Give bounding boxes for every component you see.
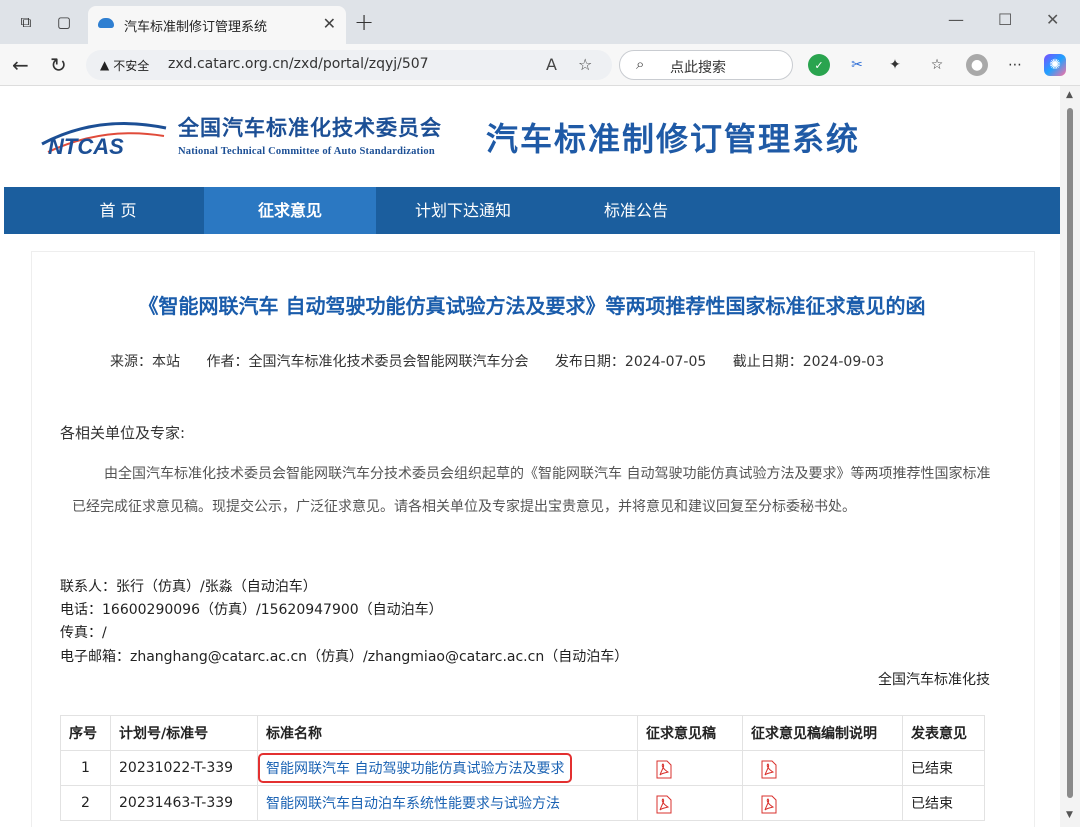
article-meta: 来源：本站 作者：全国汽车标准化技术委员会智能网联汽车分会 发布日期：2024-… xyxy=(110,351,906,371)
col-header-draft: 征求意见稿 xyxy=(637,715,743,751)
tab-title: 汽车标准制修订管理系统 xyxy=(124,20,268,35)
scrollbar-thumb[interactable] xyxy=(1067,108,1073,798)
address-toolbar: ← ↻ ▲ 不安全 zxd.catarc.org.cn/zxd/portal/z… xyxy=(0,44,1080,86)
active-tab[interactable]: 汽车标准制修订管理系统 ✕ xyxy=(88,6,346,44)
read-aloud-icon[interactable]: A xyxy=(546,55,557,74)
tab-bar: ⧉ ▢ 汽车标准制修订管理系统 ✕ + — ☐ ✕ xyxy=(0,0,1080,44)
article-deadline: 截止日期：2024-09-03 xyxy=(732,354,885,370)
row-name: 智能网联汽车自动泊车系统性能要求与试验方法 xyxy=(257,785,638,821)
extension-green-icon[interactable]: ✓ xyxy=(808,54,830,76)
highlight-box: 智能网联汽车 自动驾驶功能仿真试验方法及要求 xyxy=(258,753,573,783)
insecure-label: 不安全 xyxy=(113,58,150,73)
article-author: 作者：全国汽车标准化技术委员会智能网联汽车分会 xyxy=(206,354,529,370)
org-name-en: National Technical Committee of Auto Sta… xyxy=(178,146,435,157)
nav-solicit-opinions[interactable]: 征求意见 xyxy=(204,187,376,234)
insecure-badge[interactable]: ▲ 不安全 xyxy=(94,55,155,75)
table-header-row: 序号 计划号/标准号 标准名称 征求意见稿 征求意见稿编制说明 发表意见 xyxy=(60,715,985,751)
search-box[interactable]: ⌕ 点此搜索 xyxy=(619,50,793,80)
pdf-icon[interactable] xyxy=(761,795,777,814)
salutation: 各相关单位及专家: xyxy=(60,424,186,442)
org-name-cn: 全国汽车标准化技术委员会 xyxy=(178,115,442,140)
signoff: 全国汽车标准化技 xyxy=(878,672,990,688)
new-tab-icon[interactable]: + xyxy=(354,8,374,36)
extensions-puzzle-icon[interactable]: ✦ xyxy=(884,54,906,76)
system-title: 汽车标准制修订管理系统 xyxy=(486,120,861,158)
nav-announcements[interactable]: 标准公告 xyxy=(550,187,722,234)
profile-avatar[interactable]: ● xyxy=(966,54,988,76)
favorite-star-icon[interactable]: ☆ xyxy=(578,55,592,74)
col-header-name: 标准名称 xyxy=(257,715,638,751)
page-viewport: NTCAS 全国汽车标准化技术委员会 National Technical Co… xyxy=(4,86,1060,827)
standards-table: 序号 计划号/标准号 标准名称 征求意见稿 征求意见稿编制说明 发表意见 1 2… xyxy=(60,715,985,821)
favorites-list-icon[interactable]: ☆ xyxy=(926,54,948,76)
contact-phone: 电话：16600290096（仿真）/15620947900（自动泊车） xyxy=(60,602,443,618)
logo-text: NTCAS xyxy=(48,134,124,159)
minimize-icon[interactable]: — xyxy=(948,10,964,29)
scroll-up-icon[interactable]: ▲ xyxy=(1066,90,1073,100)
row-draft xyxy=(637,785,743,821)
table-row: 2 20231463-T-339 智能网联汽车自动泊车系统性能要求与试验方法 已… xyxy=(60,785,985,821)
pdf-icon[interactable] xyxy=(656,795,672,814)
col-header-plan: 计划号/标准号 xyxy=(110,715,258,751)
search-placeholder: 点此搜索 xyxy=(670,60,726,76)
back-icon[interactable]: ← xyxy=(12,53,29,77)
workspaces-icon[interactable]: ⧉ xyxy=(16,12,36,32)
search-icon: ⌕ xyxy=(636,55,645,73)
warning-icon: ▲ xyxy=(100,58,110,72)
contact-person: 联系人：张行（仿真）/张淼（自动泊车） xyxy=(60,579,317,595)
url-text[interactable]: zxd.catarc.org.cn/zxd/portal/zqyj/507 xyxy=(168,56,429,72)
article-body: 由全国汽车标准化技术委员会智能网联汽车分技术委员会组织起草的《智能网联汽车 自动… xyxy=(72,466,991,515)
vertical-scrollbar[interactable]: ▲ ▼ xyxy=(1060,86,1080,827)
row-plan: 20231022-T-339 xyxy=(110,750,258,786)
close-window-icon[interactable]: ✕ xyxy=(1046,10,1059,29)
copilot-icon[interactable]: ✺ xyxy=(1044,54,1066,76)
contact-fax: 传真：/ xyxy=(60,625,107,641)
row-draft xyxy=(637,750,743,786)
close-tab-icon[interactable]: ✕ xyxy=(323,14,336,33)
tab-actions-icon[interactable]: ▢ xyxy=(54,12,74,32)
pdf-icon[interactable] xyxy=(761,760,777,779)
main-nav: 首 页 征求意见 计划下达通知 标准公告 xyxy=(4,187,1060,234)
article-publish-date: 发布日期：2024-07-05 xyxy=(554,354,707,370)
ntcas-logo-icon: NTCAS xyxy=(41,122,167,159)
scroll-down-icon[interactable]: ▼ xyxy=(1066,810,1073,820)
row-explanation xyxy=(742,785,903,821)
row-no: 2 xyxy=(60,785,111,821)
contact-email: 电子邮箱：zhanghang@catarc.ac.cn（仿真）/zhangmia… xyxy=(60,649,629,665)
col-header-comment: 发表意见 xyxy=(902,715,985,751)
maximize-icon[interactable]: ☐ xyxy=(998,10,1012,29)
article-source: 来源：本站 xyxy=(110,354,180,370)
standard-link[interactable]: 智能网联汽车自动泊车系统性能要求与试验方法 xyxy=(266,796,560,812)
col-header-explanation: 征求意见稿编制说明 xyxy=(742,715,903,751)
row-plan: 20231463-T-339 xyxy=(110,785,258,821)
standard-link[interactable]: 智能网联汽车 自动驾驶功能仿真试验方法及要求 xyxy=(266,761,564,777)
car-favicon-icon xyxy=(98,18,114,28)
refresh-icon[interactable]: ↻ xyxy=(50,53,67,77)
col-header-no: 序号 xyxy=(60,715,111,751)
site-banner: NTCAS 全国汽车标准化技术委员会 National Technical Co… xyxy=(4,86,1060,186)
row-no: 1 xyxy=(60,750,111,786)
row-explanation xyxy=(742,750,903,786)
pdf-icon[interactable] xyxy=(656,760,672,779)
nav-plan-notice[interactable]: 计划下达通知 xyxy=(376,187,550,234)
extension-scissors-icon[interactable]: ✂ xyxy=(846,54,868,76)
table-row: 1 20231022-T-339 智能网联汽车 自动驾驶功能仿真试验方法及要求 … xyxy=(60,750,985,786)
row-status: 已结束 xyxy=(902,750,985,786)
nav-home[interactable]: 首 页 xyxy=(32,187,204,234)
article-title: 《智能网联汽车 自动驾驶功能仿真试验方法及要求》等两项推荐性国家标准征求意见的函 xyxy=(138,294,926,318)
address-bar[interactable]: ▲ 不安全 zxd.catarc.org.cn/zxd/portal/zqyj/… xyxy=(86,50,612,80)
row-status: 已结束 xyxy=(902,785,985,821)
row-name: 智能网联汽车 自动驾驶功能仿真试验方法及要求 xyxy=(257,750,638,786)
more-menu-icon[interactable]: ⋯ xyxy=(1004,54,1026,76)
